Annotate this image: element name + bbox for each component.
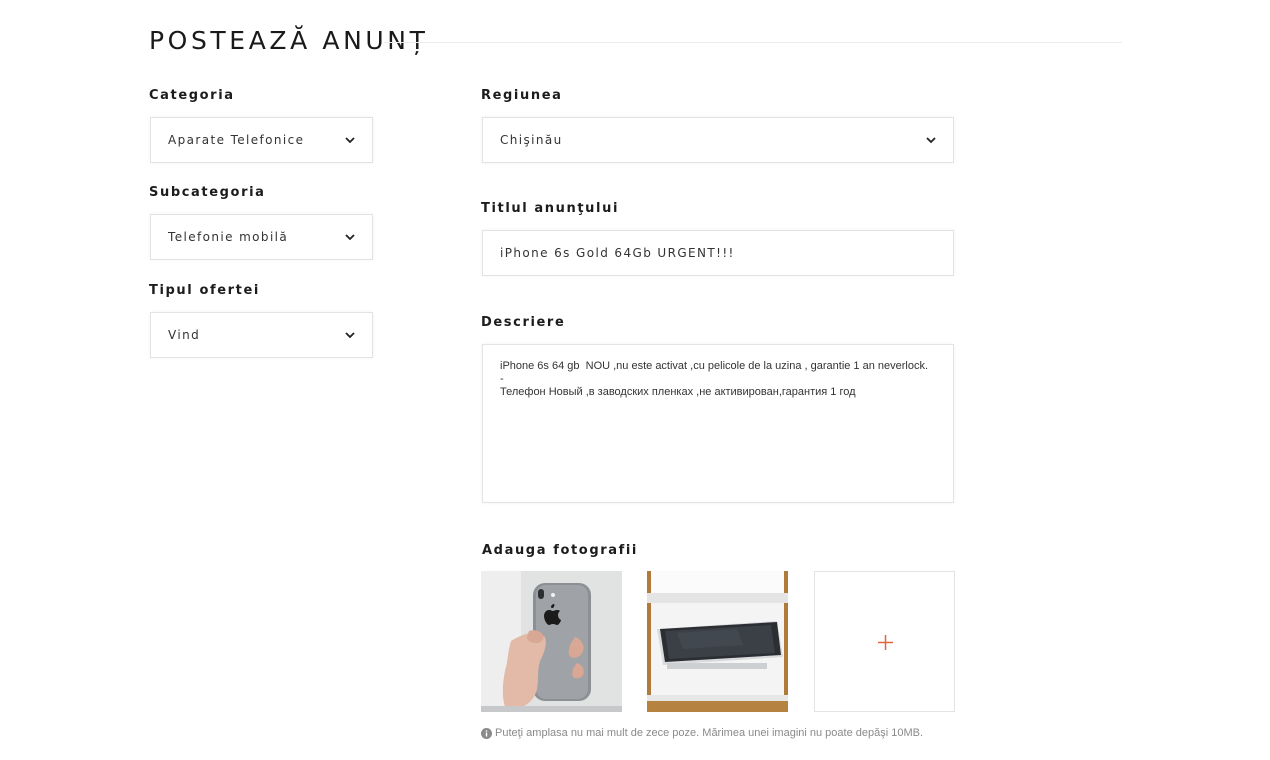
- offer-type-select[interactable]: Vind: [150, 312, 373, 358]
- region-label: Regiunea: [481, 88, 563, 103]
- add-photo-button[interactable]: [814, 571, 955, 712]
- description-label: Descriere: [481, 315, 566, 330]
- offer-type-label: Tipul ofertei: [149, 283, 260, 298]
- page-title: POSTEAZĂ ANUNȚ: [149, 26, 429, 55]
- description-textarea[interactable]: iPhone 6s 64 gb NOU ,nu este activat ,cu…: [482, 344, 954, 503]
- photo-thumbnail-2[interactable]: [647, 571, 788, 712]
- photo-thumbnail-1[interactable]: [481, 571, 622, 712]
- plus-icon: [878, 635, 893, 650]
- description-text: iPhone 6s 64 gb NOU ,nu este activat ,cu…: [500, 360, 929, 398]
- photos-label: Adauga fotografii: [482, 543, 638, 558]
- category-value: Aparate Telefonice: [168, 133, 305, 147]
- chevron-down-icon: [925, 134, 937, 146]
- subcategory-label: Subcategoria: [149, 185, 266, 200]
- subcategory-select[interactable]: Telefonie mobilă: [150, 214, 373, 260]
- ad-title-label: Titlul anunţului: [481, 201, 620, 216]
- region-select[interactable]: Chişinău: [482, 117, 954, 163]
- chevron-down-icon: [344, 329, 356, 341]
- info-icon: [481, 727, 492, 739]
- chevron-down-icon: [344, 231, 356, 243]
- ad-title-value: iPhone 6s Gold 64Gb URGENT!!!: [500, 246, 735, 260]
- photo-upload-note: Puteţi amplasa nu mai mult de zece poze.…: [481, 727, 923, 739]
- region-value: Chişinău: [500, 133, 563, 147]
- offer-type-value: Vind: [168, 328, 201, 342]
- photo-upload-note-text: Puteţi amplasa nu mai mult de zece poze.…: [495, 727, 924, 739]
- chevron-down-icon: [344, 134, 356, 146]
- subcategory-value: Telefonie mobilă: [168, 230, 289, 244]
- category-label: Categoria: [149, 88, 235, 103]
- category-select[interactable]: Aparate Telefonice: [150, 117, 373, 163]
- title-divider: [384, 42, 1122, 43]
- ad-title-input[interactable]: iPhone 6s Gold 64Gb URGENT!!!: [482, 230, 954, 276]
